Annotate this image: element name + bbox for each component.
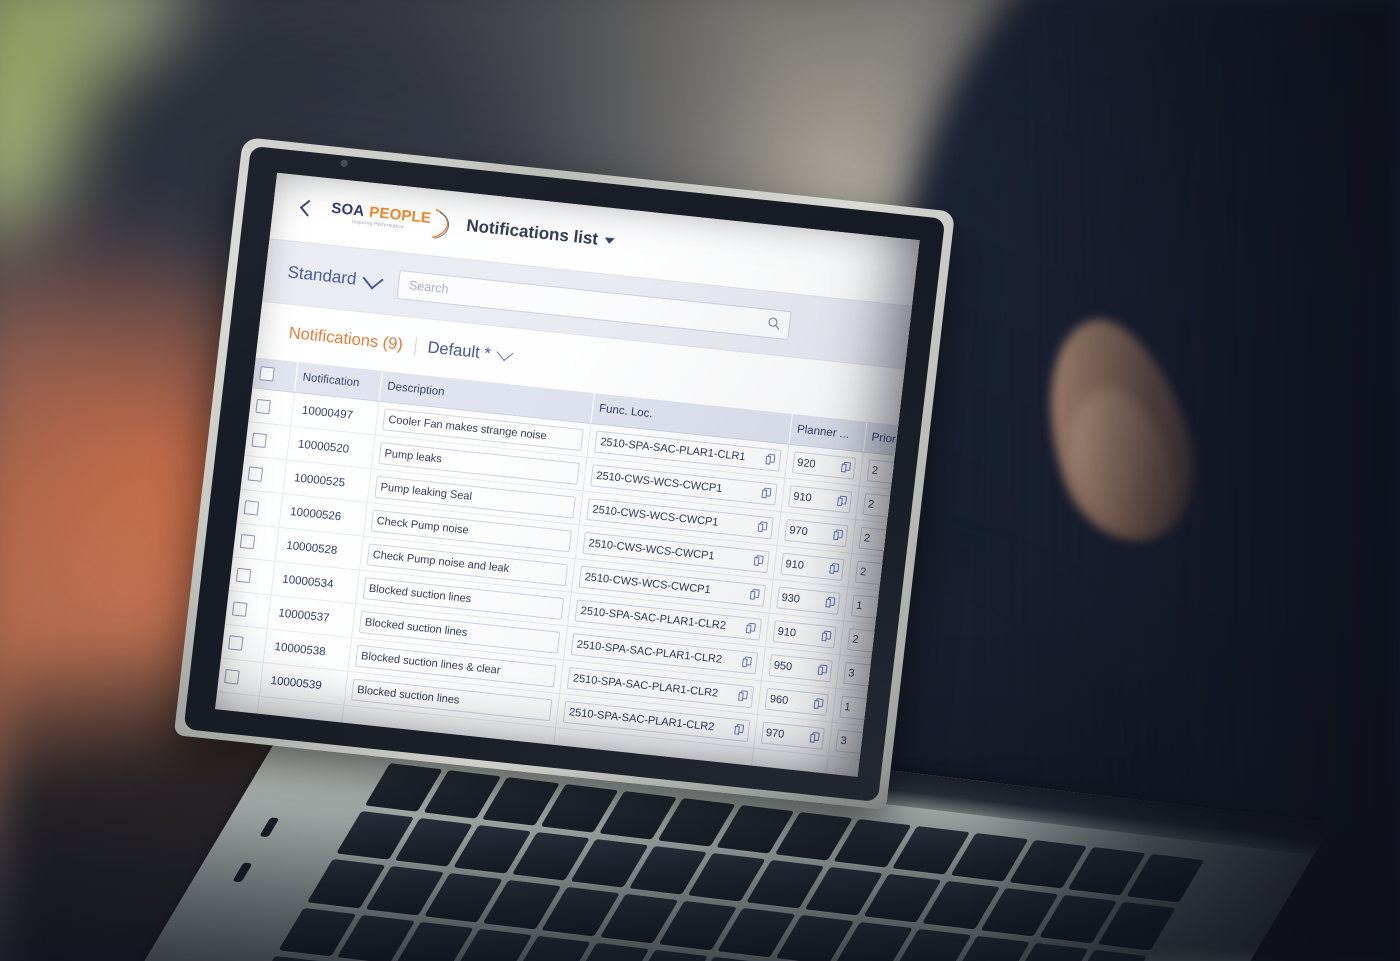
global-vignette	[0, 0, 1400, 961]
photo-scene: SOA PEOPLE Inspiring Performance Notific…	[0, 0, 1400, 961]
